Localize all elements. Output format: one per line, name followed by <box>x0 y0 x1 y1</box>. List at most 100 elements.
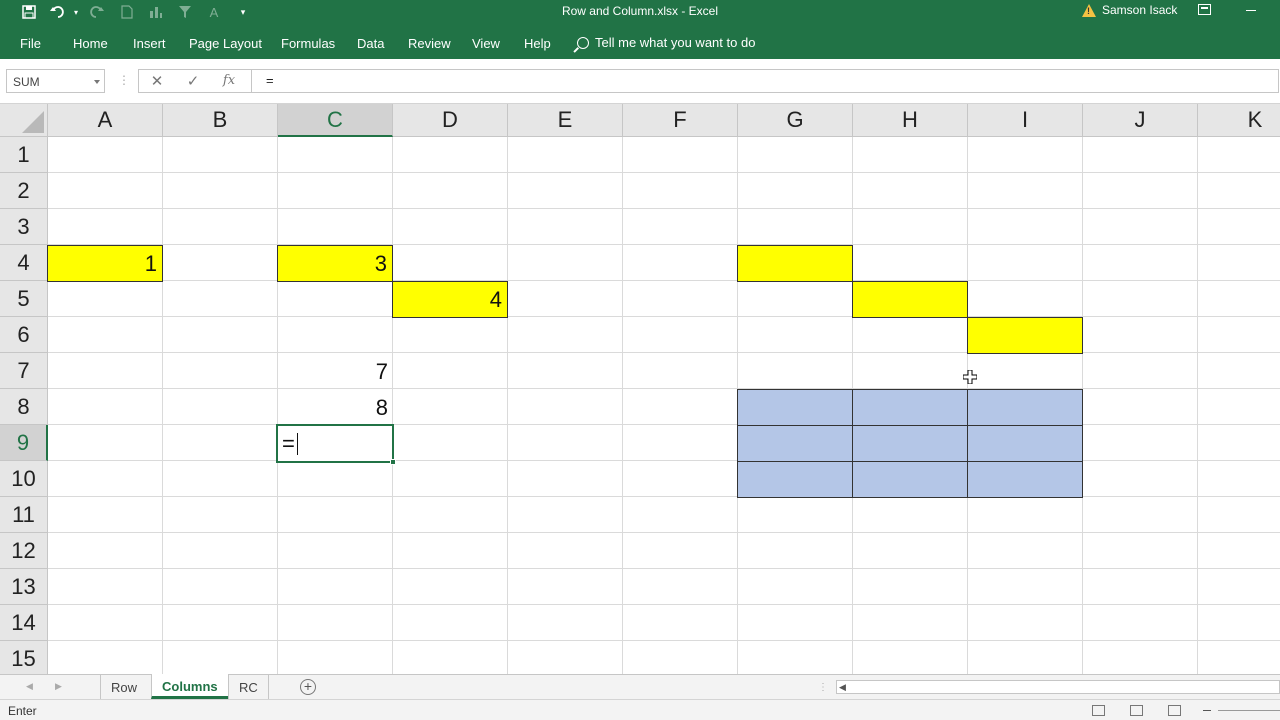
column-header-E[interactable]: E <box>508 104 623 137</box>
page-break-view-icon[interactable] <box>1168 705 1181 716</box>
tab-formulas[interactable]: Formulas <box>281 36 335 51</box>
scroll-tabs-left-icon[interactable]: ◀ <box>26 681 33 692</box>
tab-page-layout[interactable]: Page Layout <box>189 36 262 51</box>
cell-C4[interactable]: 3 <box>277 245 393 282</box>
row-header-6[interactable]: 6 <box>0 317 48 353</box>
cell-H9[interactable] <box>852 425 968 462</box>
worksheet-grid[interactable]: ABCDEFGHIJK 1 2 3 4 5 6 7 8 9 10 11 12 13 14 15 1 3 4 … <box>0 104 1280 674</box>
column-header-I[interactable]: I <box>968 104 1083 137</box>
cell-H10[interactable] <box>852 461 968 498</box>
normal-view-icon[interactable] <box>1092 705 1105 716</box>
formula-bar-grip-icon[interactable]: ⋮ <box>118 73 130 87</box>
page-layout-view-icon[interactable] <box>1130 705 1143 716</box>
select-all-button[interactable] <box>0 104 48 137</box>
cell-I10[interactable] <box>967 461 1083 498</box>
cell-C7[interactable]: 7 <box>277 353 393 390</box>
column-header-F[interactable]: F <box>623 104 738 137</box>
row-gridline <box>48 460 1280 461</box>
column-gridline <box>507 137 508 674</box>
tab-home[interactable]: Home <box>73 36 108 51</box>
cell-G4[interactable] <box>737 245 853 282</box>
row-header-3[interactable]: 3 <box>0 209 48 245</box>
row-gridline <box>48 352 1280 353</box>
column-header-D[interactable]: D <box>393 104 508 137</box>
column-header-H[interactable]: H <box>853 104 968 137</box>
scroll-left-icon[interactable]: ◀ <box>839 682 846 693</box>
sheet-tab-row[interactable]: Row <box>100 675 147 699</box>
tell-me-label: Tell me what you want to do <box>595 35 756 50</box>
row-header-4[interactable]: 4 <box>0 245 48 281</box>
warning-icon: ! <box>1082 3 1096 17</box>
formula-controls: ✕ ✓ fx = <box>138 69 1279 93</box>
row-header-13[interactable]: 13 <box>0 569 48 605</box>
row-header-14[interactable]: 14 <box>0 605 48 641</box>
cell-G9[interactable] <box>737 425 853 462</box>
row-header-12[interactable]: 12 <box>0 533 48 569</box>
fill-handle[interactable] <box>390 459 396 465</box>
tell-me-search[interactable]: Tell me what you want to do <box>577 35 755 50</box>
enter-icon[interactable]: ✓ <box>179 72 207 92</box>
user-account[interactable]: ! Samson Isack <box>1082 3 1177 17</box>
cell-I8[interactable] <box>967 389 1083 426</box>
cell-G8[interactable] <box>737 389 853 426</box>
tab-split-handle-icon[interactable]: ⋮ <box>818 682 828 693</box>
zoom-out-icon[interactable] <box>1203 710 1211 711</box>
row-gridline <box>48 208 1280 209</box>
cell-A4[interactable]: 1 <box>47 245 163 282</box>
cell-H5[interactable] <box>852 281 968 318</box>
tab-help[interactable]: Help <box>524 36 551 51</box>
cell-H8[interactable] <box>852 389 968 426</box>
chevron-down-icon[interactable] <box>94 80 100 84</box>
scroll-tabs-right-icon[interactable]: ▶ <box>55 681 62 692</box>
formula-input[interactable]: = <box>251 70 1271 92</box>
tab-file[interactable]: File <box>20 36 41 51</box>
formula-bar: SUM ⋮ ✕ ✓ fx = <box>0 59 1280 104</box>
column-header-K[interactable]: K <box>1198 104 1280 137</box>
column-header-J[interactable]: J <box>1083 104 1198 137</box>
row-header-15[interactable]: 15 <box>0 641 48 674</box>
column-gridline <box>1197 137 1198 674</box>
sheet-tab-columns[interactable]: Columns <box>151 674 229 699</box>
zoom-slider[interactable] <box>1218 710 1280 711</box>
column-header-G[interactable]: G <box>738 104 853 137</box>
row-header-5[interactable]: 5 <box>0 281 48 317</box>
cell-C9-value: = <box>282 430 295 456</box>
sheet-tab-bar: ◀ ▶ Row Columns RC + ⋮ ◀ <box>0 674 1280 699</box>
row-header-2[interactable]: 2 <box>0 173 48 209</box>
add-sheet-icon[interactable]: + <box>300 679 316 695</box>
column-header-C[interactable]: C <box>278 104 393 137</box>
row-header-8[interactable]: 8 <box>0 389 48 425</box>
cell-G10[interactable] <box>737 461 853 498</box>
search-icon <box>577 36 589 49</box>
cell-I6[interactable] <box>967 317 1083 354</box>
row-header-10[interactable]: 10 <box>0 461 48 497</box>
insert-function-icon[interactable]: fx <box>215 73 243 93</box>
column-header-A[interactable]: A <box>48 104 163 137</box>
text-caret <box>296 432 298 455</box>
cell-I9[interactable] <box>967 425 1083 462</box>
cell-D5[interactable]: 4 <box>392 281 508 318</box>
cell-C8[interactable]: 8 <box>277 389 393 426</box>
row-header-1[interactable]: 1 <box>0 137 48 173</box>
ribbon-display-options-icon[interactable] <box>1198 4 1211 15</box>
tab-view[interactable]: View <box>472 36 500 51</box>
cancel-icon[interactable]: ✕ <box>143 72 171 92</box>
user-name: Samson Isack <box>1102 3 1178 17</box>
sheet-tab-rc[interactable]: RC <box>228 675 269 699</box>
row-gridline <box>48 424 1280 425</box>
name-box[interactable]: SUM <box>6 69 105 93</box>
tab-review[interactable]: Review <box>408 36 451 51</box>
horizontal-scrollbar[interactable]: ◀ <box>836 680 1280 694</box>
row-header-7[interactable]: 7 <box>0 353 48 389</box>
ribbon-tabs: File Home Insert Page Layout Formulas Da… <box>0 24 1280 59</box>
active-cell-C9[interactable]: = <box>276 424 394 463</box>
tab-insert[interactable]: Insert <box>133 36 166 51</box>
row-header-9[interactable]: 9 <box>0 425 48 461</box>
tab-data[interactable]: Data <box>357 36 384 51</box>
row-header-11[interactable]: 11 <box>0 497 48 533</box>
column-header-B[interactable]: B <box>163 104 278 137</box>
column-gridline <box>622 137 623 674</box>
row-gridline <box>48 388 1280 389</box>
minimize-icon[interactable] <box>1246 10 1256 11</box>
title-bar: ▾ A ▾ Row and Column.xlsx - Excel ! Sams… <box>0 0 1280 24</box>
